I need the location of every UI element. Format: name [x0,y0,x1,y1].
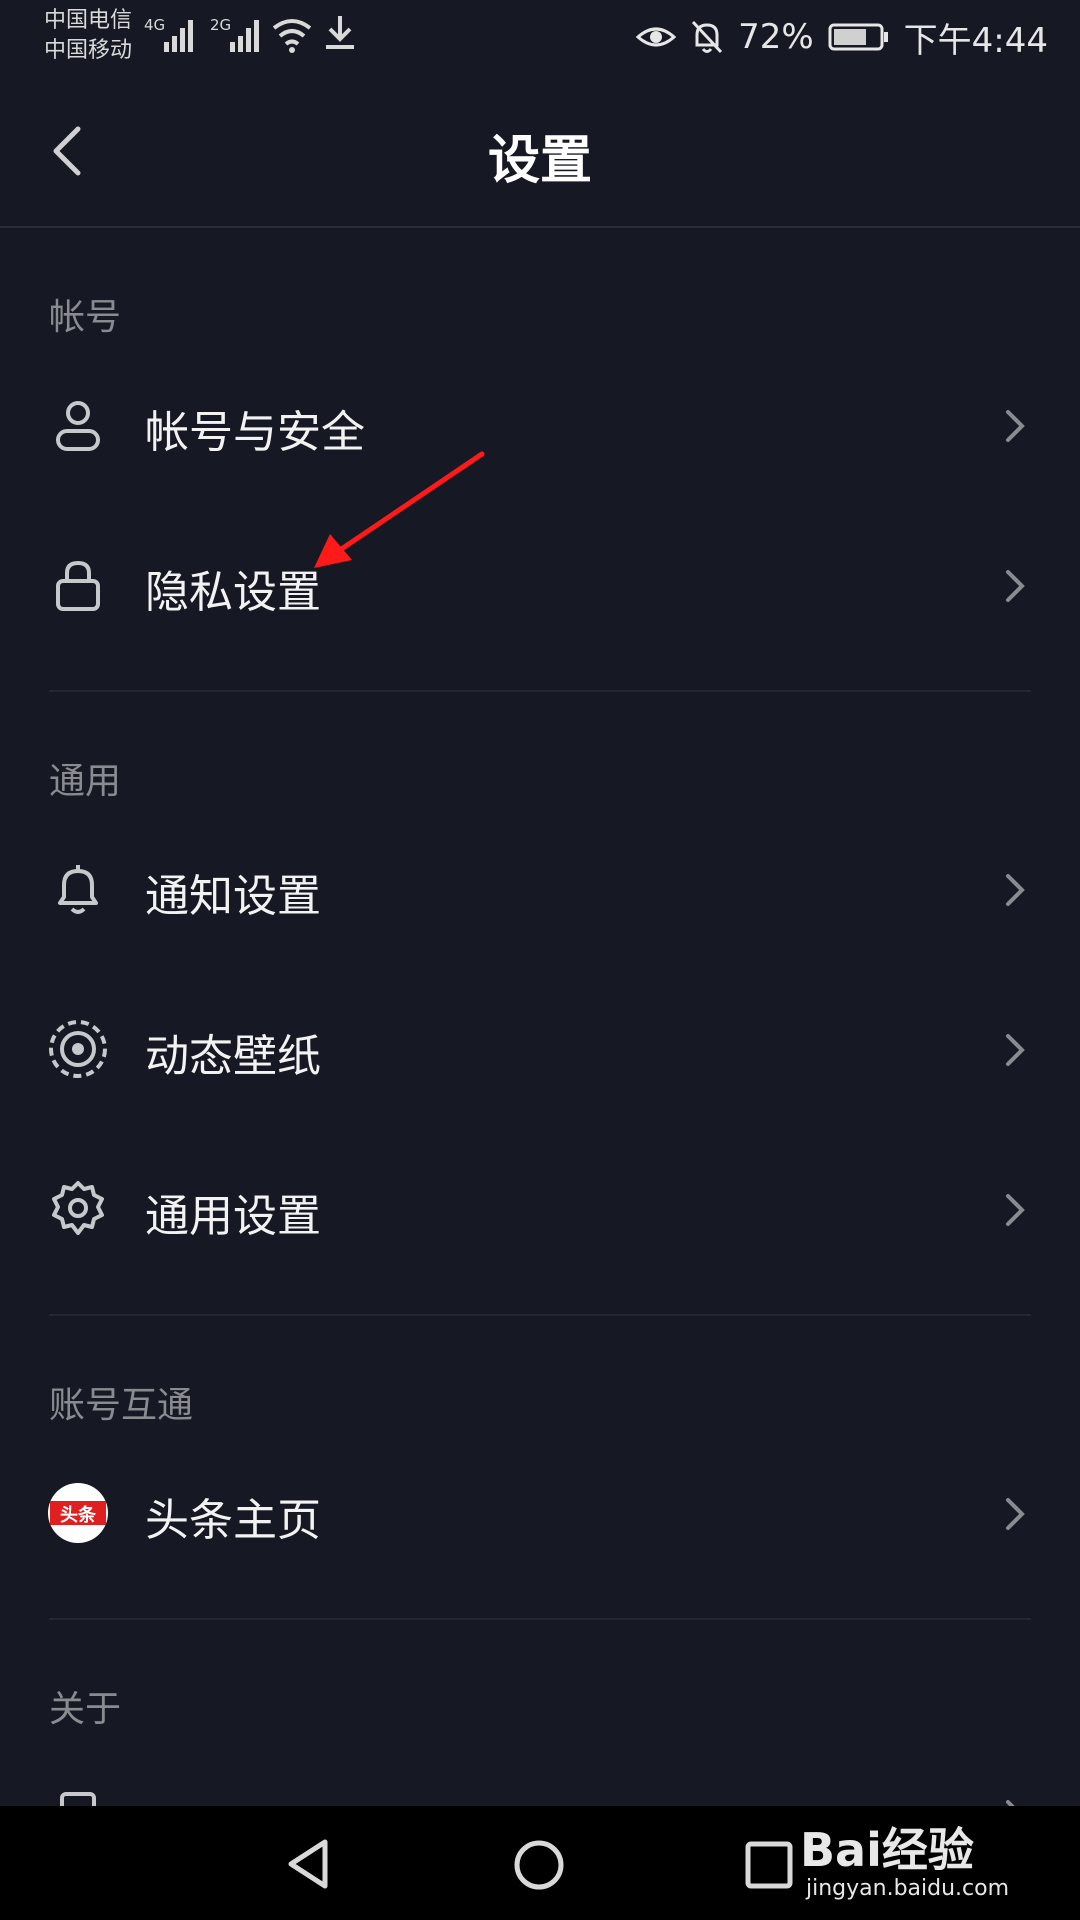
toutiao-logo: 头条 [48,1483,108,1543]
chevron-right-icon [1006,1800,1015,1806]
settings-item-toutiao-home[interactable]: 头条 头条主页 [0,1438,1080,1588]
status-bar: 中国电信 中国移动 4G 2G 72% 下午4:44 [0,0,1080,76]
status-right: 72% 下午4:44 [636,12,1048,62]
nav-back-icon[interactable] [283,1838,333,1890]
chevron-right-icon [1006,410,1025,442]
settings-item-label: 动态壁纸 [145,1031,321,1082]
person-icon [56,401,100,451]
section-label-linked: 账号互通 [49,1385,194,1426]
signal-4g-icon: 4G [144,16,193,52]
baidu-watermark: Bai经验 jingyan.baidu.com [800,1808,1020,1916]
battery-icon [828,23,888,51]
watermark-logo: Bai经验 [800,1823,974,1877]
net2-label: 2G [210,16,231,34]
battery-percent: 72% [738,17,814,57]
chevron-right-icon [1006,1498,1025,1530]
section-label-account: 帐号 [49,297,122,338]
carrier-info: 中国电信 中国移动 [44,6,132,66]
settings-item-notifications[interactable]: 通知设置 [0,814,1080,964]
eye-icon [636,27,677,47]
wallpaper-icon [49,1020,107,1078]
settings-item-label: 通用设置 [145,1191,321,1242]
gear-icon [52,1181,104,1235]
document-icon [60,1792,96,1806]
divider [49,1618,1031,1620]
settings-item-account-security[interactable]: 帐号与安全 [0,350,1080,500]
carrier-2: 中国移动 [44,38,133,63]
wifi-icon [272,19,312,53]
settings-item-label: 通知设置 [145,871,321,922]
lock-icon [56,560,100,611]
settings-item-partial[interactable] [0,1760,1080,1806]
chevron-right-icon [1006,1194,1025,1226]
mute-bell-icon [691,20,723,54]
chevron-right-icon [1006,1034,1025,1066]
settings-item-general[interactable]: 通用设置 [0,1134,1080,1284]
settings-item-live-wallpaper[interactable]: 动态壁纸 [0,974,1080,1124]
download-icon [326,16,354,49]
page-title: 设置 [487,131,592,191]
signal-2g-icon: 2G [210,16,259,52]
clock: 下午4:44 [903,20,1048,61]
chevron-right-icon [1006,570,1025,602]
nav-home-icon[interactable] [512,1838,566,1892]
bell-icon [58,865,98,914]
net1-label: 4G [144,16,165,34]
carrier-1: 中国电信 [44,8,133,33]
watermark-url: jingyan.baidu.com [806,1876,1010,1901]
nav-recents-icon[interactable] [744,1840,794,1890]
annotation-arrow [314,451,485,568]
settings-item-label: 头条主页 [145,1495,321,1546]
settings-item-label: 隐私设置 [145,567,321,618]
section-label-general: 通用 [49,761,122,802]
chevron-right-icon [1006,874,1025,906]
settings-item-privacy[interactable]: 隐私设置 [0,510,1080,660]
toutiao-logo-text: 头条 [60,1504,97,1526]
nav-header: 设置 [0,76,1080,228]
divider [49,1314,1031,1316]
section-label-about: 关于 [49,1689,122,1730]
divider [49,690,1031,692]
